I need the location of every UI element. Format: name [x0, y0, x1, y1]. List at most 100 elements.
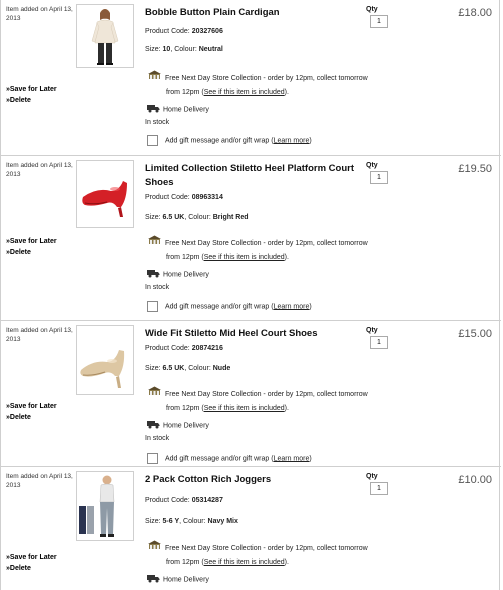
gift-learn-more-link[interactable]: Learn more [274, 137, 310, 144]
store-collection-link[interactable]: See if this item is included [204, 254, 285, 261]
product-image[interactable] [76, 160, 134, 228]
delete-link[interactable]: »Delete [6, 412, 57, 423]
colour-label: , Colour: [184, 214, 211, 221]
item-added-date: Item added on April 13, 2013 [6, 162, 73, 178]
store-collection-text: Free Next Day Store Collection - order b… [165, 74, 368, 82]
product-code-value: 20874216 [191, 345, 223, 352]
gift-checkbox[interactable] [147, 135, 158, 146]
product-code-label: Product Code: [145, 345, 190, 352]
save-for-later-link[interactable]: »Save for Later [6, 236, 57, 247]
delivery-truck-icon [147, 104, 160, 115]
store-collection-end: ). [284, 89, 289, 96]
qty-label: Qty [366, 162, 378, 169]
gift-option: Add gift message and/or gift wrap (Learn… [147, 301, 312, 312]
save-for-later-link[interactable]: »Save for Later [6, 401, 57, 412]
store-icon [147, 540, 162, 556]
qty-input[interactable]: 1 [370, 482, 388, 495]
basket-item: Item added on April 13, 2013 »Save for L… [1, 156, 501, 321]
home-delivery: Home Delivery [147, 269, 209, 280]
item-actions: »Save for Later »Delete [6, 84, 57, 106]
gift-text: Add gift message and/or gift wrap ( [165, 137, 274, 145]
product-title[interactable]: 2 Pack Cotton Rich Joggers [145, 473, 355, 487]
colour-label: , Colour: [179, 518, 206, 525]
size-label: Size: [145, 214, 161, 221]
store-collection-link[interactable]: See if this item is included [204, 559, 285, 566]
stock-status: In stock [145, 119, 170, 126]
product-code-label: Product Code: [145, 194, 190, 201]
product-options: Size: 5-6 Y, Colour: Navy Mix [145, 518, 238, 525]
qty-input[interactable]: 1 [370, 336, 388, 349]
store-collection-end: ). [284, 559, 289, 566]
product-title[interactable]: Wide Fit Stiletto Mid Heel Court Shoes [145, 327, 355, 341]
size-value: 5-6 Y [162, 518, 180, 525]
colour-value: Navy Mix [207, 518, 238, 525]
product-image[interactable] [76, 471, 134, 541]
product-options: Size: 10, Colour: Neutral [145, 46, 223, 53]
basket-item: Item added on April 13, 2013 »Save for L… [1, 467, 501, 590]
store-collection-text-2: from 12pm ( [166, 405, 204, 412]
basket-item: Item added on April 13, 2013 »Save for L… [1, 321, 501, 467]
save-for-later-link[interactable]: »Save for Later [6, 84, 57, 95]
item-price: £18.00 [458, 7, 492, 19]
store-collection-end: ). [284, 254, 289, 261]
home-delivery-text: Home Delivery [163, 576, 209, 584]
basket-item: Item added on April 13, 2013 »Save for L… [1, 0, 501, 156]
product-code: Product Code: 05314287 [145, 497, 223, 504]
product-code-value: 20327606 [191, 28, 223, 35]
home-delivery: Home Delivery [147, 104, 209, 115]
basket-list: Item added on April 13, 2013 »Save for L… [0, 0, 501, 590]
product-image[interactable] [76, 4, 134, 68]
delete-link[interactable]: »Delete [6, 95, 57, 106]
product-options: Size: 6.5 UK, Colour: Nude [145, 365, 230, 372]
size-label: Size: [145, 46, 161, 53]
store-collection-text-2: from 12pm ( [166, 254, 204, 261]
home-delivery: Home Delivery [147, 574, 209, 585]
gift-checkbox[interactable] [147, 301, 158, 312]
product-title[interactable]: Bobble Button Plain Cardigan [145, 6, 355, 20]
store-collection-link[interactable]: See if this item is included [204, 89, 285, 96]
product-options: Size: 6.5 UK, Colour: Bright Red [145, 214, 249, 221]
home-delivery-text: Home Delivery [163, 271, 209, 279]
product-code-label: Product Code: [145, 497, 190, 504]
colour-label: , Colour: [184, 365, 211, 372]
gift-learn-more-link[interactable]: Learn more [274, 455, 310, 462]
product-code: Product Code: 20874216 [145, 345, 223, 352]
product-title[interactable]: Limited Collection Stiletto Heel Platfor… [145, 162, 355, 190]
store-collection-info: Free Next Day Store Collection - order b… [147, 70, 407, 100]
colour-label: , Colour: [170, 46, 197, 53]
size-label: Size: [145, 365, 161, 372]
delivery-truck-icon [147, 420, 160, 431]
item-price: £10.00 [458, 474, 492, 486]
store-collection-text: Free Next Day Store Collection - order b… [165, 239, 368, 247]
item-actions: »Save for Later »Delete [6, 236, 57, 258]
home-delivery: Home Delivery [147, 420, 209, 431]
gift-checkbox[interactable] [147, 453, 158, 464]
delete-link[interactable]: »Delete [6, 563, 57, 574]
product-code-value: 08963314 [191, 194, 223, 201]
save-for-later-link[interactable]: »Save for Later [6, 552, 57, 563]
item-actions: »Save for Later »Delete [6, 552, 57, 574]
product-code-value: 05314287 [191, 497, 223, 504]
stock-status: In stock [145, 284, 170, 291]
store-collection-end: ). [284, 405, 289, 412]
store-icon [147, 386, 162, 402]
qty-label: Qty [366, 473, 378, 480]
gift-learn-more-link[interactable]: Learn more [274, 303, 310, 310]
store-collection-text-2: from 12pm ( [166, 89, 204, 96]
product-code-label: Product Code: [145, 28, 190, 35]
qty-input[interactable]: 1 [370, 15, 388, 28]
colour-value: Nude [212, 365, 231, 372]
gift-option: Add gift message and/or gift wrap (Learn… [147, 135, 312, 146]
gift-text-end: ) [309, 303, 312, 311]
item-actions: »Save for Later »Delete [6, 401, 57, 423]
delivery-truck-icon [147, 574, 160, 585]
product-image[interactable] [76, 325, 134, 395]
gift-option: Add gift message and/or gift wrap (Learn… [147, 453, 312, 464]
store-collection-link[interactable]: See if this item is included [204, 405, 285, 412]
item-added-date: Item added on April 13, 2013 [6, 6, 73, 22]
qty-input[interactable]: 1 [370, 171, 388, 184]
store-collection-text-2: from 12pm ( [166, 559, 204, 566]
item-price: £15.00 [458, 328, 492, 340]
delete-link[interactable]: »Delete [6, 247, 57, 258]
colour-value: Neutral [198, 46, 223, 53]
